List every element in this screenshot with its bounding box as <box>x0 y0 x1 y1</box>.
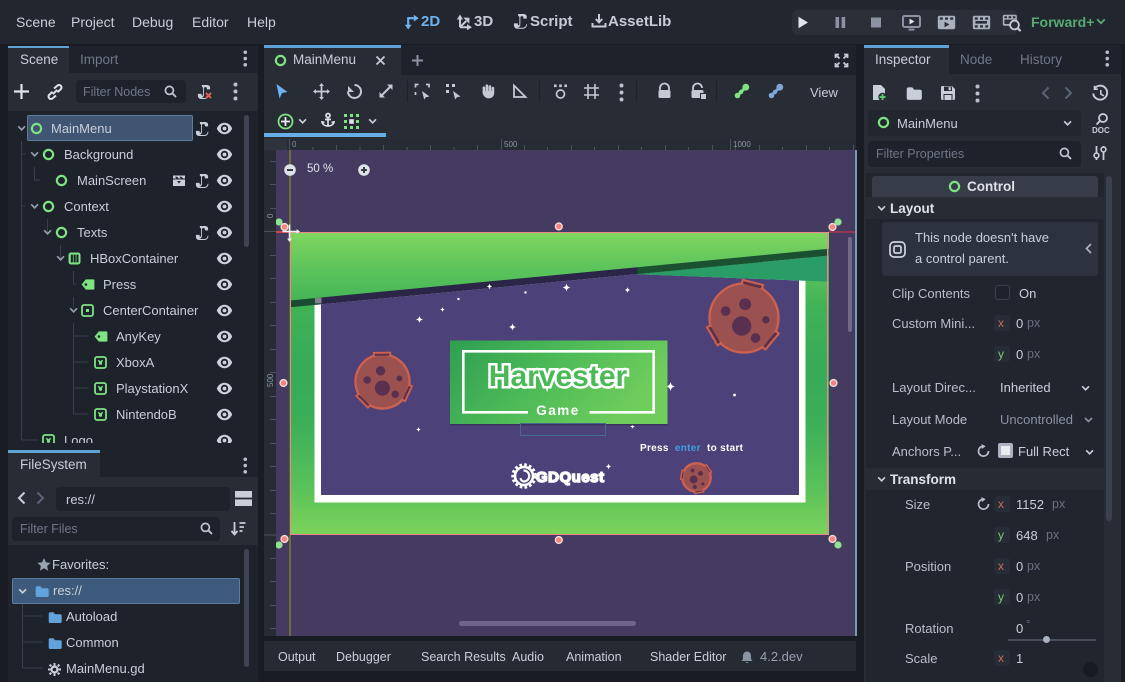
svg-text:500: 500 <box>266 373 275 387</box>
svg-text:0: 0 <box>292 140 297 149</box>
svg-text:500: 500 <box>504 140 518 149</box>
svg-text:DOC: DOC <box>1092 126 1110 135</box>
svg-text:0: 0 <box>266 213 275 218</box>
svg-text:1000: 1000 <box>733 140 751 149</box>
